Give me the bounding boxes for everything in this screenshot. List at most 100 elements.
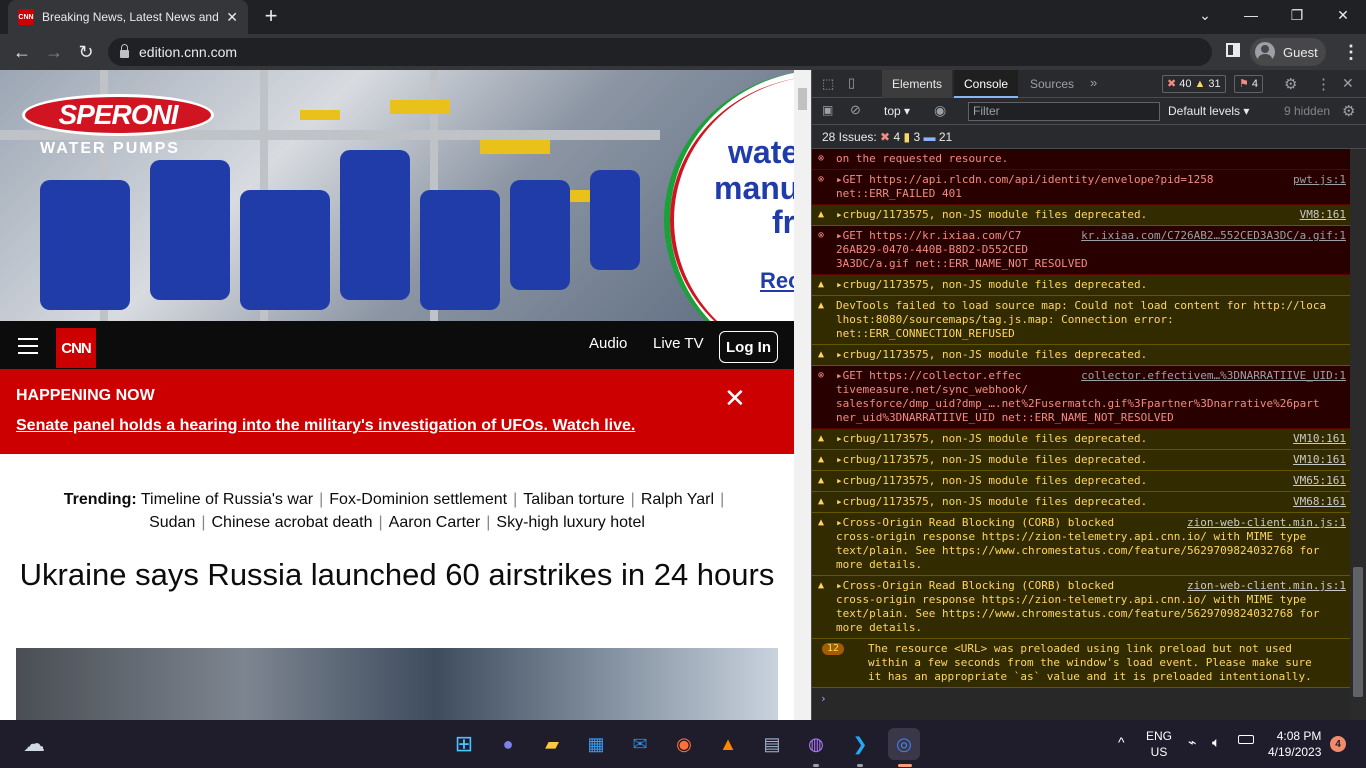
- tab-sources[interactable]: Sources: [1020, 70, 1084, 98]
- restore-button[interactable]: ❐: [1274, 0, 1320, 30]
- trending-item[interactable]: Fox-Dominion settlement: [329, 491, 507, 508]
- start-icon[interactable]: ⊞: [448, 728, 480, 760]
- login-button[interactable]: Log In: [719, 331, 778, 363]
- file-explorer-icon[interactable]: ▰: [536, 728, 568, 760]
- github-icon[interactable]: ◍: [800, 728, 832, 760]
- console-message-warn[interactable]: ▲ VM65:161 ▸crbug/1173575, non-JS module f…: [812, 471, 1350, 492]
- more-tabs-icon[interactable]: »: [1090, 75, 1097, 90]
- tab-close-icon[interactable]: ✕: [226, 9, 238, 26]
- trending-item[interactable]: Sky-high luxury hotel: [496, 514, 645, 531]
- chrome-menu-icon[interactable]: ⋮: [1342, 42, 1360, 62]
- console-message-err[interactable]: ⊗ kr.ixiaa.com/C726AB2…552CED3A3DC/a.gif:…: [812, 226, 1350, 275]
- notification-badge[interactable]: 4: [1330, 736, 1346, 752]
- console-message-warn[interactable]: 12 The resource <URL> was preloaded using…: [812, 639, 1350, 688]
- console-message-warn[interactable]: ▲ zion-web-client.min.js:1 ▸Cross-Origin R…: [812, 513, 1350, 576]
- issues-bar[interactable]: 28 Issues: ✖ 4 ▮ 3 ▬ 21: [812, 125, 1366, 149]
- advertisement-banner[interactable]: SPERONI WATER PUMPS wate manu fr Rec: [0, 70, 794, 321]
- cnn-logo[interactable]: CNN: [56, 328, 96, 368]
- inspect-element-icon[interactable]: ⬚: [822, 76, 834, 92]
- reload-button[interactable]: ↻: [72, 38, 100, 66]
- omnibox[interactable]: edition.cnn.com: [108, 38, 1212, 66]
- console-message-warn[interactable]: ▲ ▸crbug/1173575, non-JS module files dep…: [812, 275, 1350, 296]
- tab-elements[interactable]: Elements: [882, 70, 953, 98]
- weather-icon[interactable]: ☁: [18, 728, 50, 760]
- message-source-link[interactable]: VM10:161: [1293, 453, 1346, 467]
- message-source-link[interactable]: kr.ixiaa.com/C726AB2…552CED3A3DC/a.gif:1: [1081, 229, 1346, 243]
- profile-button[interactable]: Guest: [1250, 38, 1326, 66]
- device-toolbar-icon[interactable]: ▯: [848, 75, 855, 91]
- console-message-warn[interactable]: ▲ VM8:161 ▸crbug/1173575, non-JS module fi…: [812, 205, 1350, 226]
- console-prompt[interactable]: ›: [812, 688, 1350, 710]
- console-message-err[interactable]: ⊗ on the requested resource.: [812, 149, 1350, 170]
- browser-tab[interactable]: CNN Breaking News, Latest News and ✕: [8, 0, 248, 34]
- error-warning-counter[interactable]: ✖ 40 ▲ 31: [1162, 75, 1226, 93]
- message-source-link[interactable]: VM65:161: [1293, 474, 1346, 488]
- console-message-warn[interactable]: ▲ zion-web-client.min.js:1 ▸Cross-Origin R…: [812, 576, 1350, 639]
- lock-icon[interactable]: [120, 44, 129, 58]
- teams-icon[interactable]: ●: [492, 728, 524, 760]
- back-button[interactable]: ←: [8, 38, 36, 66]
- side-panel-icon[interactable]: [1226, 43, 1240, 57]
- forward-button[interactable]: →: [40, 38, 68, 66]
- nav-link-live-tv[interactable]: Live TV: [653, 335, 704, 352]
- close-devtools-icon[interactable]: ✕: [1342, 75, 1354, 92]
- vlc-icon[interactable]: ▲: [712, 728, 744, 760]
- trending-item[interactable]: Chinese acrobat death: [212, 514, 373, 531]
- clear-console-icon[interactable]: ⊘: [850, 102, 861, 118]
- live-expression-eye-icon[interactable]: ◉: [934, 102, 946, 119]
- settings-gear-icon[interactable]: ⚙: [1284, 75, 1297, 93]
- message-source-link[interactable]: zion-web-client.min.js:1: [1187, 579, 1346, 593]
- hamburger-menu-icon[interactable]: [18, 338, 38, 354]
- happening-now-link[interactable]: Senate panel holds a hearing into the mi…: [16, 417, 635, 435]
- url-text[interactable]: edition.cnn.com: [139, 44, 237, 60]
- console-message-warn[interactable]: ▲ DevTools failed to load source map: Cou…: [812, 296, 1350, 345]
- page-scrollbar[interactable]: [794, 70, 811, 720]
- trending-item[interactable]: Aaron Carter: [389, 514, 481, 531]
- console-message-warn[interactable]: ▲ ▸crbug/1173575, non-JS module files dep…: [812, 345, 1350, 366]
- context-selector[interactable]: top ▾: [884, 104, 910, 118]
- issues-counter[interactable]: ⚑ 4: [1234, 75, 1263, 93]
- show-hidden-icons[interactable]: ^: [1118, 734, 1125, 750]
- message-source-link[interactable]: VM8:161: [1300, 208, 1346, 222]
- message-source-link[interactable]: zion-web-client.min.js:1: [1187, 516, 1346, 530]
- main-headline[interactable]: Ukraine says Russia launched 60 airstrik…: [10, 556, 784, 594]
- message-source-link[interactable]: VM10:161: [1293, 432, 1346, 446]
- console-message-warn[interactable]: ▲ VM10:161 ▸crbug/1173575, non-JS module f…: [812, 429, 1350, 450]
- remote-desktop-icon[interactable]: ▤: [756, 728, 788, 760]
- network-icon[interactable]: ⌁: [1188, 734, 1196, 751]
- trending-item[interactable]: Ralph Yarl: [641, 491, 714, 508]
- trending-item[interactable]: Timeline of Russia's war: [141, 491, 313, 508]
- firefox-icon[interactable]: ◉: [668, 728, 700, 760]
- clock[interactable]: 4:08 PM 4/19/2023: [1268, 728, 1321, 760]
- console-message-warn[interactable]: ▲ VM68:161 ▸crbug/1173575, non-JS module f…: [812, 492, 1350, 513]
- console-filter-input[interactable]: Filter: [968, 102, 1160, 121]
- mail-icon[interactable]: ✉: [624, 728, 656, 760]
- tab-search-icon[interactable]: ⌄: [1182, 0, 1228, 30]
- headline-photo[interactable]: [16, 648, 778, 720]
- language-indicator[interactable]: ENG US: [1146, 728, 1172, 760]
- devtools-menu-icon[interactable]: ⋮: [1316, 75, 1331, 93]
- page-scrollbar-thumb[interactable]: [798, 88, 807, 110]
- close-banner-icon[interactable]: ✕: [724, 383, 746, 414]
- console-scrollbar[interactable]: [1350, 149, 1366, 720]
- close-window-button[interactable]: ✕: [1320, 0, 1366, 30]
- store-icon[interactable]: ▦: [580, 728, 612, 760]
- nav-link-audio[interactable]: Audio: [589, 335, 627, 352]
- message-source-link[interactable]: collector.effectivem…%3DNARRATIIVE_UID:1: [1081, 369, 1346, 383]
- new-tab-button[interactable]: +: [260, 5, 282, 29]
- console-scrollbar-thumb[interactable]: [1353, 567, 1363, 697]
- log-levels-dropdown[interactable]: Default levels ▾: [1168, 104, 1249, 118]
- console-message-warn[interactable]: ▲ VM10:161 ▸crbug/1173575, non-JS module f…: [812, 450, 1350, 471]
- trending-item[interactable]: Sudan: [149, 514, 195, 531]
- tab-console[interactable]: Console: [954, 70, 1019, 98]
- console-settings-icon[interactable]: ⚙: [1342, 102, 1355, 120]
- console-message-err[interactable]: ⊗ collector.effectivem…%3DNARRATIIVE_UID:…: [812, 366, 1350, 429]
- volume-icon[interactable]: 🔈︎: [1212, 734, 1220, 751]
- message-source-link[interactable]: VM68:161: [1293, 495, 1346, 509]
- console-message-err[interactable]: ⊗ pwt.js:1 ▸GET https://api.rlcdn.com/api/…: [812, 170, 1350, 205]
- message-source-link[interactable]: pwt.js:1: [1293, 173, 1346, 187]
- chrome-icon[interactable]: ◎: [888, 728, 920, 760]
- trending-item[interactable]: Taliban torture: [523, 491, 624, 508]
- console-log[interactable]: ⊗ on the requested resource. ⊗ pwt.js:1 ▸GET…: [812, 149, 1350, 720]
- ad-text-line-4[interactable]: Rec: [760, 268, 794, 294]
